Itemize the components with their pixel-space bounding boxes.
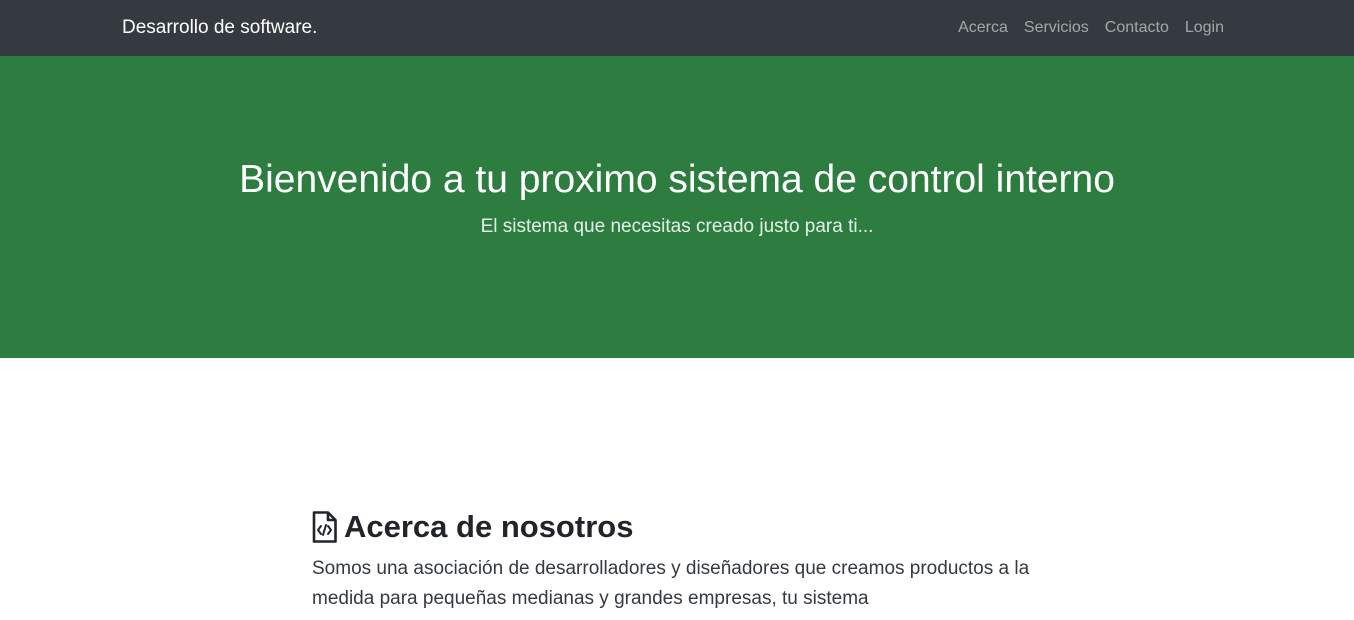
about-heading: Acerca de nosotros (312, 508, 1052, 546)
hero-banner: Bienvenido a tu proximo sistema de contr… (0, 56, 1354, 358)
top-navbar: Desarrollo de software. Acerca Servicios… (0, 0, 1354, 56)
nav-link-acerca[interactable]: Acerca (958, 18, 1008, 38)
hero-subtitle: El sistema que necesitas creado justo pa… (480, 216, 874, 237)
hero-title: Bienvenido a tu proximo sistema de contr… (239, 158, 1115, 201)
nav-link-servicios[interactable]: Servicios (1024, 18, 1089, 38)
about-text: Somos una asociación de desarrolladores … (312, 558, 1030, 609)
nav-links: Acerca Servicios Contacto Login (958, 18, 1224, 38)
nav-link-login[interactable]: Login (1185, 18, 1224, 38)
nav-link-contacto[interactable]: Contacto (1105, 18, 1169, 38)
about-section: Acerca de nosotros Somos una asociación … (312, 508, 1052, 614)
file-code-icon (312, 511, 337, 543)
navbar-brand[interactable]: Desarrollo de software. (122, 16, 317, 40)
about-title: Acerca de nosotros (344, 509, 634, 544)
